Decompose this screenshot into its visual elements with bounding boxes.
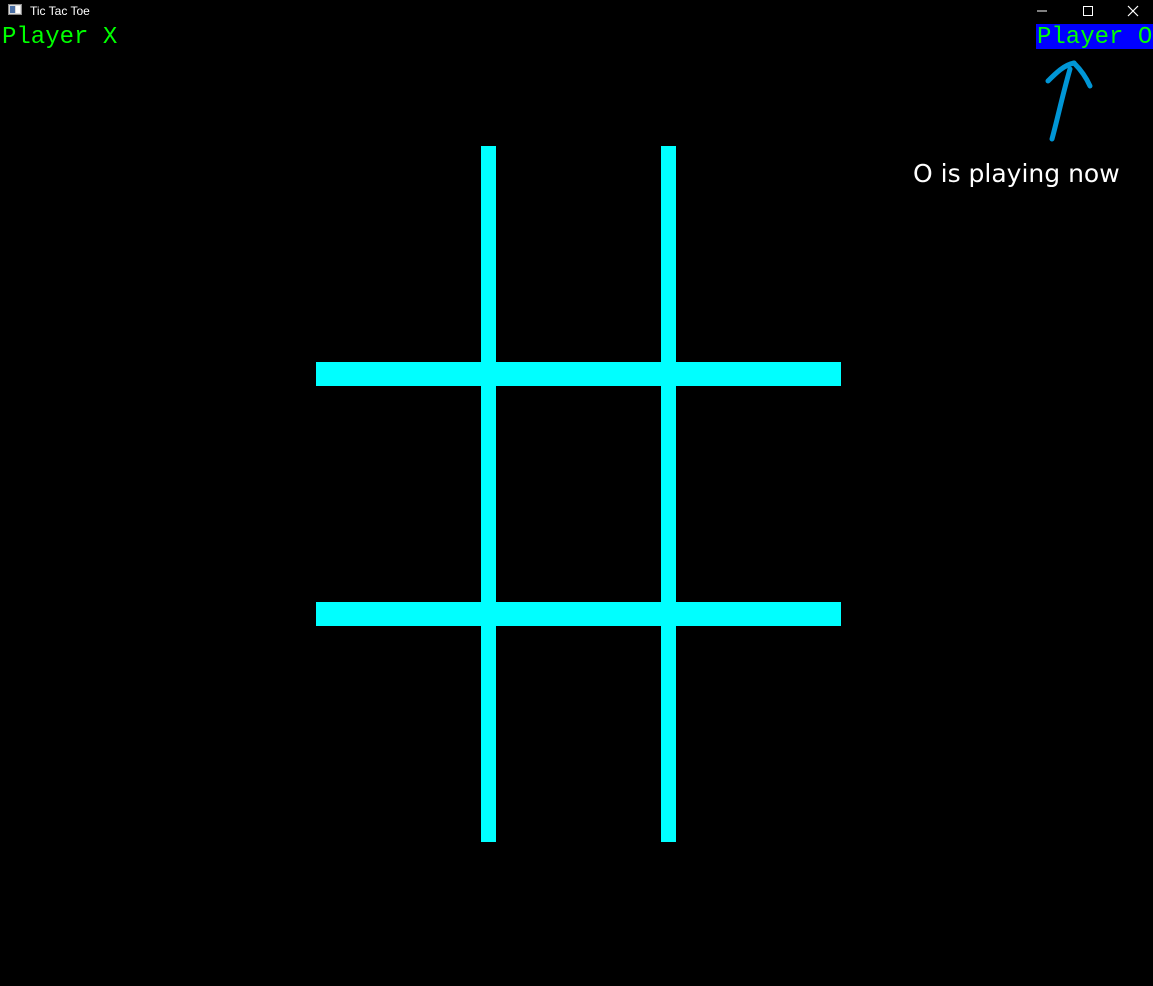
game-board[interactable] xyxy=(0,0,1153,986)
game-window: Tic Tac Toe Player X Player O O is playi… xyxy=(0,0,1153,986)
grid-vertical-line-1 xyxy=(481,146,496,842)
grid-vertical-line-2 xyxy=(661,146,676,842)
grid-horizontal-line-1 xyxy=(316,362,841,386)
grid-horizontal-line-2 xyxy=(316,602,841,626)
